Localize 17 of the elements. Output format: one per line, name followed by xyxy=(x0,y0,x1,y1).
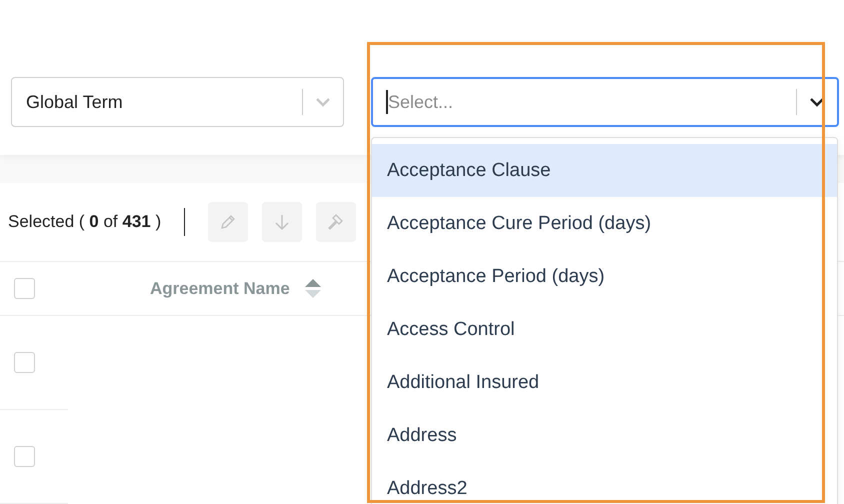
dropdown-option[interactable]: Acceptance Cure Period (days) xyxy=(372,197,837,250)
chevron-down-icon xyxy=(315,97,331,107)
dropdown-option[interactable]: Additional Insured xyxy=(372,356,837,409)
sort-icon[interactable] xyxy=(304,278,322,300)
select-field[interactable]: Select... xyxy=(371,77,839,127)
checkbox[interactable] xyxy=(14,352,35,373)
chevron-down-icon xyxy=(809,97,825,107)
checkbox[interactable] xyxy=(14,446,35,467)
checkbox[interactable] xyxy=(14,278,35,299)
select-field[interactable]: Global Term xyxy=(11,77,344,127)
dropdown-option[interactable]: Acceptance Period (days) xyxy=(372,250,837,303)
dropdown-option[interactable]: Address2 xyxy=(372,462,837,504)
dropdown-option[interactable]: Access Control xyxy=(372,303,837,356)
select-input[interactable]: Select... xyxy=(388,92,784,112)
selection-summary: Selected ( 0 of 431 ) xyxy=(8,212,162,232)
dropdown-option[interactable]: Acceptance Clause xyxy=(372,144,837,197)
dropdown-option[interactable]: Address xyxy=(372,409,837,462)
